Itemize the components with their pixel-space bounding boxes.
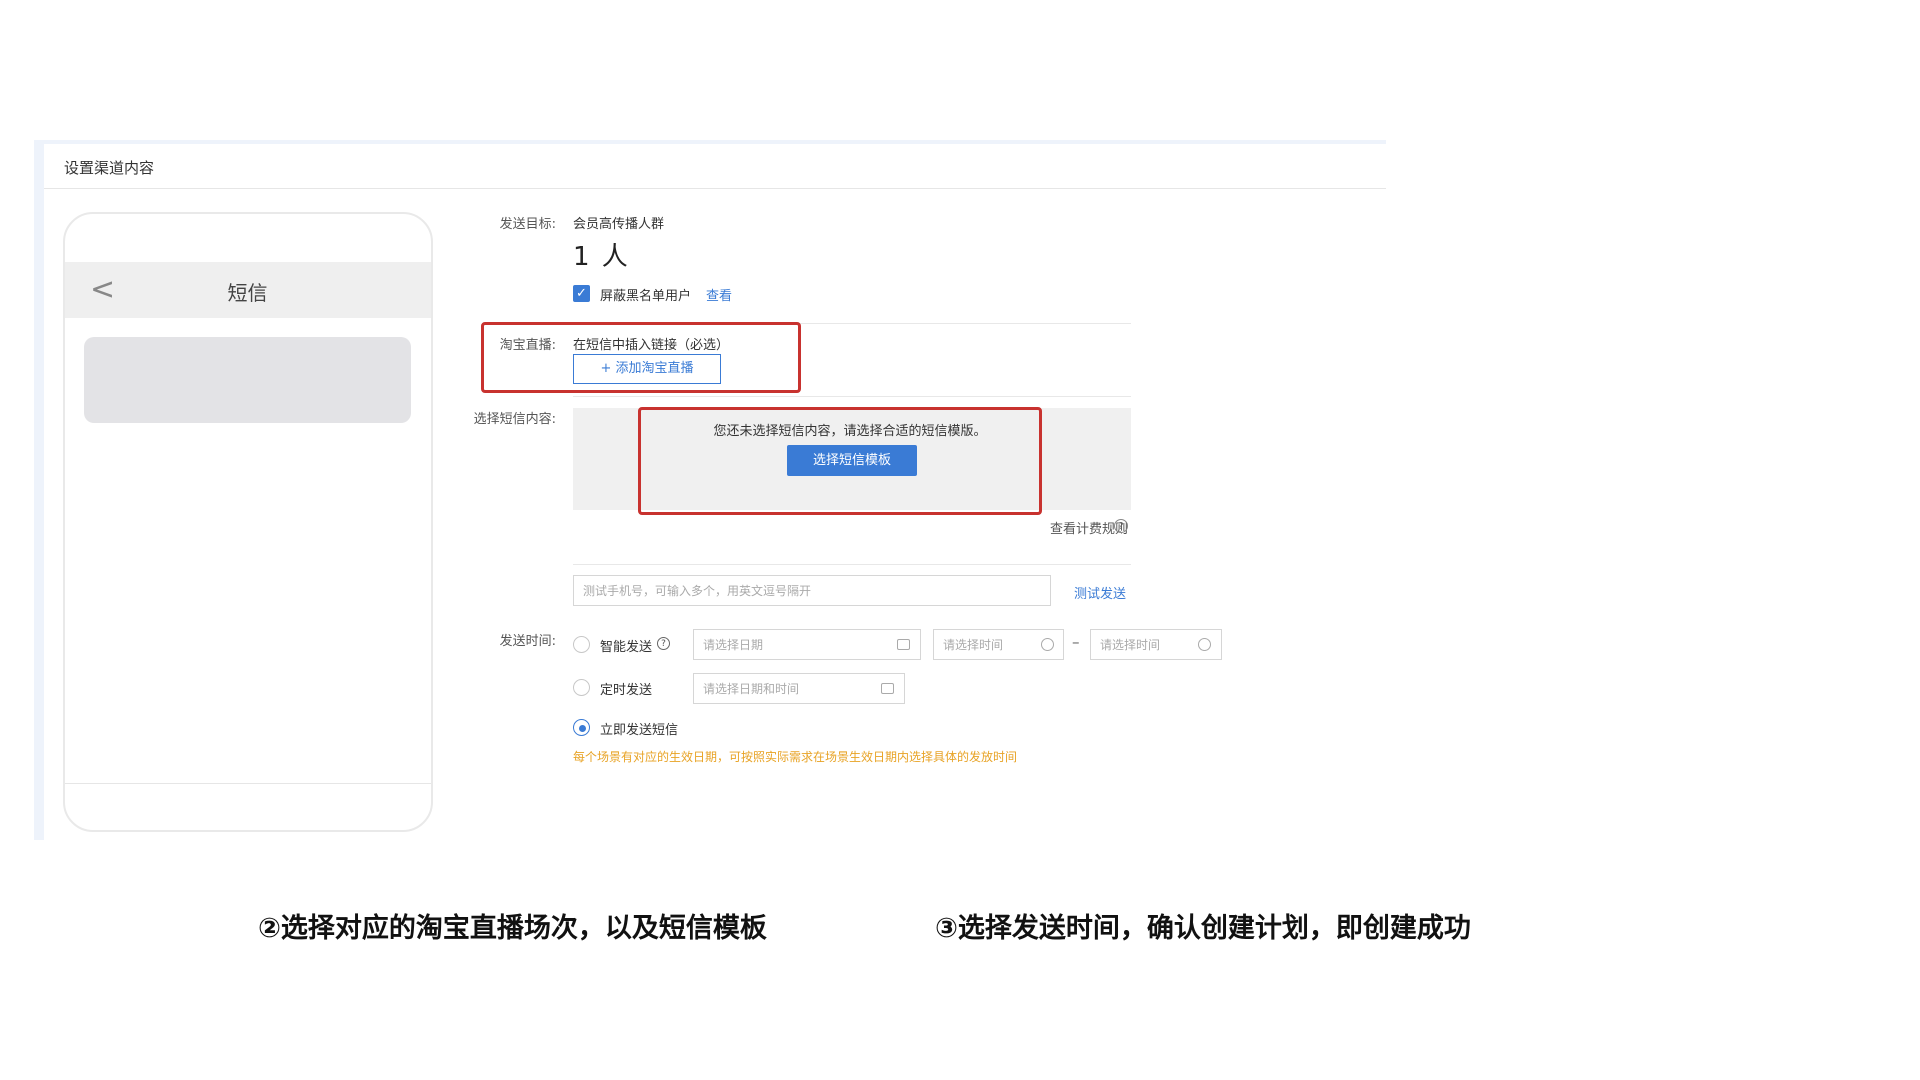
schedule-note: 每个场景有对应的生效日期，可按照实际需求在场景生效日期内选择具体的发放时间: [573, 750, 1018, 764]
smart-send-label: 智能发送: [600, 640, 653, 655]
message-bubble: [84, 337, 411, 423]
help-icon[interactable]: ?: [1114, 519, 1128, 533]
date-picker[interactable]: 请选择日期: [693, 629, 921, 660]
content-label: 选择短信内容:: [473, 412, 556, 427]
test-send-link[interactable]: 测试发送: [1074, 583, 1126, 602]
blacklist-checkbox[interactable]: ✓: [573, 285, 590, 302]
smart-send-radio[interactable]: [573, 636, 590, 653]
blacklist-label: 屏蔽黑名单用户: [600, 289, 692, 304]
target-value: 会员高传播人群: [573, 217, 665, 232]
calendar-icon: [881, 683, 894, 694]
caption-step-3: ③选择发送时间，确认创建计划，即创建成功: [935, 913, 1471, 944]
divider: [573, 564, 1131, 565]
clock-icon: [1198, 638, 1211, 651]
timed-send-label: 定时发送: [600, 683, 653, 698]
caption-step-2: ②选择对应的淘宝直播场次，以及短信模板: [258, 913, 767, 944]
send-time-label: 发送时间:: [499, 634, 556, 649]
billing-rules-link[interactable]: 查看计费规则: [1000, 518, 1128, 537]
test-phone-input[interactable]: 测试手机号，可输入多个，用英文逗号隔开: [573, 575, 1051, 606]
back-icon[interactable]: <: [90, 272, 115, 308]
highlight-box-live: [481, 322, 801, 393]
send-now-label: 立即发送短信: [600, 723, 679, 738]
view-link[interactable]: 查看: [706, 285, 732, 304]
highlight-box-template: [638, 407, 1042, 515]
phone-title: 短信: [227, 281, 268, 305]
divider: [44, 188, 1386, 189]
clock-icon: [1041, 638, 1054, 651]
datetime-picker[interactable]: 请选择日期和时间: [693, 673, 905, 704]
radio-selected-dot: [579, 725, 586, 732]
divider: [573, 396, 1131, 397]
timed-send-radio[interactable]: [573, 679, 590, 696]
phone-bottom-divider: [65, 783, 431, 784]
range-separator: –: [1072, 633, 1080, 651]
audience-count: 1 人: [573, 242, 630, 272]
target-label: 发送目标:: [499, 217, 556, 232]
calendar-icon: [897, 639, 910, 650]
panel-left-edge: [34, 140, 44, 840]
panel-title: 设置渠道内容: [64, 159, 155, 177]
panel-top-edge: [34, 140, 1386, 144]
help-icon[interactable]: ?: [657, 637, 670, 650]
